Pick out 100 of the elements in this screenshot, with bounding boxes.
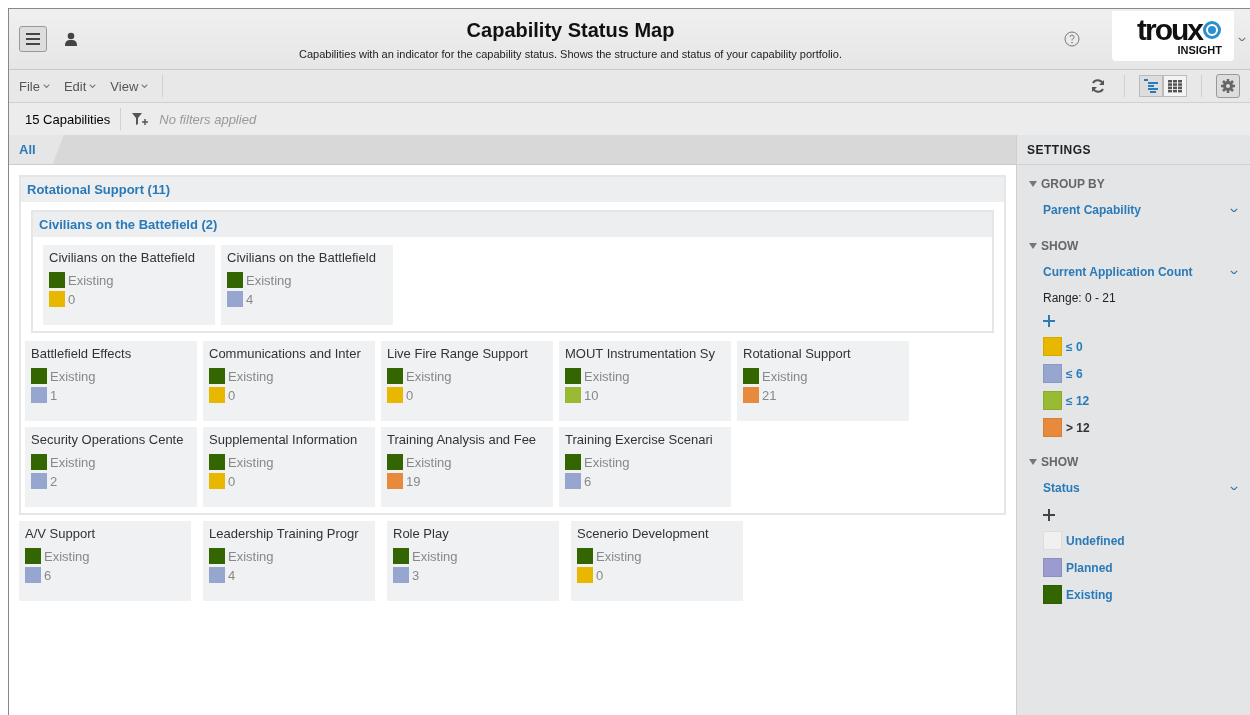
logo-mark-icon: [1202, 20, 1222, 40]
capability-card[interactable]: Training Exercise Scenari Existing 6: [559, 427, 731, 507]
count-value: 6: [44, 567, 52, 583]
capability-card[interactable]: Civilians on the Battefield Existing 0: [43, 245, 215, 325]
plus-icon: [1043, 509, 1055, 521]
capability-card[interactable]: Supplemental Information Existing 0: [203, 427, 375, 507]
menu-item[interactable]: Edit: [63, 78, 97, 94]
capability-card[interactable]: Live Fire Range Support Existing 0: [381, 341, 553, 421]
settings-button[interactable]: [1216, 74, 1240, 98]
legend-item[interactable]: ≤ 12: [1029, 391, 1090, 410]
capability-card[interactable]: Security Operations Cente Existing 2: [25, 427, 197, 507]
status-label: Existing: [584, 454, 630, 470]
capability-name: Security Operations Cente: [31, 432, 185, 447]
capability-card[interactable]: Leadership Training Progr Existing 4: [203, 521, 375, 601]
filter-status: No filters applied: [159, 111, 257, 127]
settings-icon: [1220, 78, 1236, 94]
legend-item[interactable]: Existing: [1029, 585, 1113, 604]
filter-add-icon: [132, 112, 149, 126]
grid-icon: [1167, 79, 1183, 93]
grid-view-button[interactable]: [1163, 75, 1187, 97]
count-value: 4: [228, 567, 236, 583]
status-label: Existing: [50, 368, 96, 384]
status-label: Existing: [406, 454, 452, 470]
page-subtitle: Capabilities with an indicator for the capability status. Shows the structure and status of your capability portfolio.: [299, 47, 842, 60]
status-label: Existing: [44, 548, 90, 564]
count-value: 1: [50, 387, 58, 403]
capability-name: Communications and Inter: [209, 346, 362, 361]
status-label: Existing: [68, 272, 114, 288]
chevron-icon: [1230, 207, 1238, 213]
status-label: Existing: [228, 368, 274, 384]
capability-card[interactable]: Training Analysis and Fee Existing 19: [381, 427, 553, 507]
status-label: Existing: [412, 548, 458, 564]
capability-card[interactable]: Role Play Existing 3: [387, 521, 559, 601]
refresh-icon: [1090, 78, 1106, 94]
count-value: 19: [406, 473, 421, 489]
menu-button[interactable]: [19, 26, 47, 52]
legend-item[interactable]: ≤ 0: [1029, 337, 1083, 356]
count-value: 6: [584, 473, 592, 489]
section-select[interactable]: Current Application Count: [1029, 261, 1238, 283]
capability-card[interactable]: Battlefield Effects Existing 1: [25, 341, 197, 421]
count-value: 2: [50, 473, 58, 489]
count-value: 0: [68, 291, 76, 307]
capability-card[interactable]: MOUT Instrumentation Sy Existing 10: [559, 341, 731, 421]
status-label: Existing: [762, 368, 808, 384]
count-value: 10: [584, 387, 599, 403]
section-heading: GROUP BY: [1041, 177, 1105, 191]
legend-item[interactable]: > 12: [1029, 418, 1090, 437]
group-title: Rotational Support (11): [21, 177, 1004, 202]
legend-item[interactable]: Planned: [1029, 558, 1113, 577]
capability-card[interactable]: A/V Support Existing 6: [19, 521, 191, 601]
subgroup-title: Civilians on the Battefield (2): [33, 212, 992, 237]
capability-name: Role Play: [393, 526, 450, 541]
collapse-icon: [1029, 181, 1037, 187]
status-label: Existing: [596, 548, 642, 564]
plus-icon: [1043, 315, 1055, 327]
tab[interactable]: All: [9, 135, 64, 164]
capability-name: Civilians on the Battlefield: [227, 250, 377, 265]
legend-item[interactable]: ≤ 6: [1029, 364, 1083, 383]
count-value: 21: [762, 387, 777, 403]
collapse-icon: [1029, 243, 1037, 249]
capability-card[interactable]: Communications and Inter Existing 0: [203, 341, 375, 421]
count-value: 0: [228, 473, 236, 489]
chevron-icon: [141, 83, 149, 89]
range-label: Range: 0 - 21: [1042, 291, 1117, 305]
menu-item[interactable]: View: [110, 78, 149, 94]
capability-card[interactable]: Rotational Support Existing 21: [737, 341, 909, 421]
capability-name: A/V Support: [25, 526, 97, 541]
tree-view-button[interactable]: [1139, 75, 1163, 97]
count-value: 4: [246, 291, 254, 307]
status-label: Existing: [246, 272, 292, 288]
capability-name: Scenerio Development: [577, 526, 710, 541]
capability-name: Training Analysis and Fee: [387, 432, 538, 447]
chevron-icon: [89, 83, 97, 89]
capability-name: Training Exercise Scenari: [565, 432, 714, 447]
capability-name: Live Fire Range Support: [387, 346, 529, 361]
capability-name: Leadership Training Progr: [209, 526, 360, 541]
legend-item[interactable]: Undefined: [1029, 531, 1125, 550]
capability-card[interactable]: Civilians on the Battlefield Existing 4: [221, 245, 393, 325]
page-title: Capability Status Map: [466, 18, 675, 42]
capability-name: MOUT Instrumentation Sy: [565, 346, 717, 361]
status-label: Existing: [406, 368, 452, 384]
capability-card[interactable]: Scenerio Development Existing 0: [571, 521, 743, 601]
capability-name: Supplemental Information: [209, 432, 359, 447]
add-filter-button[interactable]: [131, 111, 150, 127]
status-label: Existing: [50, 454, 96, 470]
chevron-icon: [1238, 36, 1246, 42]
chevron-icon: [1230, 485, 1238, 491]
section-select[interactable]: Status: [1029, 477, 1238, 499]
menu-icon: [23, 30, 43, 48]
tree-icon: [1143, 79, 1159, 93]
count-value: 0: [228, 387, 236, 403]
section-select[interactable]: Parent Capability: [1029, 199, 1238, 221]
help-icon: [1064, 31, 1080, 47]
menu-item[interactable]: File: [19, 78, 50, 94]
status-label: Existing: [584, 368, 630, 384]
status-label: Existing: [228, 454, 274, 470]
chevron-icon: [1230, 269, 1238, 275]
chevron-icon: [42, 83, 50, 89]
status-label: Existing: [228, 548, 274, 564]
count-value: 3: [412, 567, 420, 583]
